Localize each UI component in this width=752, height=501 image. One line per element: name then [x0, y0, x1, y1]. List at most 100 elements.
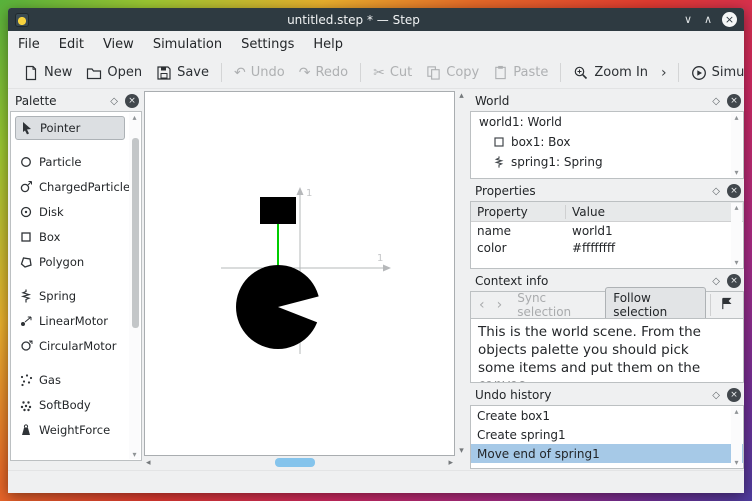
context-info-panel: Context info ◇ × ‹ › Sync selection Foll…: [470, 271, 744, 383]
palette-item-softbody[interactable]: SoftBody: [15, 393, 125, 417]
undo-history-panel: Undo history ◇ × Create box1 Create spri…: [470, 385, 744, 469]
menu-edit[interactable]: Edit: [59, 37, 84, 52]
float-panel-icon[interactable]: ◇: [110, 96, 118, 107]
palette-item-circularmotor[interactable]: CircularMotor: [15, 334, 125, 358]
undo-history-header: Undo history ◇ ×: [470, 385, 744, 405]
close-panel-icon[interactable]: ×: [125, 94, 139, 108]
close-button[interactable]: ×: [722, 12, 737, 27]
paste-button[interactable]: Paste: [486, 62, 555, 83]
canvas-vertical-scrollbar[interactable]: ▴ ▾: [455, 91, 468, 456]
toolbar-separator: [360, 63, 362, 82]
close-panel-icon[interactable]: ×: [727, 184, 741, 198]
float-panel-icon[interactable]: ◇: [712, 186, 720, 197]
copy-icon: [427, 66, 440, 80]
scroll-down-icon[interactable]: ▾: [132, 450, 136, 459]
new-document-icon: [25, 65, 37, 80]
zoom-in-button[interactable]: Zoom In: [566, 62, 655, 84]
scroll-down-icon[interactable]: ▾: [459, 446, 464, 456]
scroll-down-icon[interactable]: ▾: [734, 258, 738, 267]
scrollbar-thumb[interactable]: [274, 458, 316, 467]
palette-item-particle[interactable]: Particle: [15, 150, 125, 174]
save-button[interactable]: Save: [149, 62, 216, 84]
scroll-up-icon[interactable]: ▴: [734, 407, 738, 416]
scroll-left-icon[interactable]: ◂: [146, 458, 151, 468]
sync-selection-button[interactable]: Sync selection: [510, 288, 601, 322]
box1-object[interactable]: [260, 197, 296, 224]
palette-item-pointer[interactable]: Pointer: [15, 116, 125, 140]
scene-view[interactable]: 1 1: [144, 91, 455, 456]
column-value[interactable]: Value: [566, 205, 605, 219]
tree-item-spring1[interactable]: spring1: Spring: [471, 152, 743, 172]
property-row-color[interactable]: color #ffffffff: [471, 239, 743, 256]
scroll-right-icon[interactable]: ▸: [448, 458, 453, 468]
back-button[interactable]: ‹: [475, 297, 489, 313]
undo-item-create-spring1[interactable]: Create spring1: [471, 425, 743, 444]
tree-item-world1[interactable]: world1: World: [471, 112, 743, 132]
new-button[interactable]: New: [16, 62, 79, 84]
titlebar[interactable]: untitled.step * — Step ∨ ∧ ×: [8, 8, 744, 31]
menu-view[interactable]: View: [103, 37, 134, 52]
menu-help[interactable]: Help: [313, 37, 343, 52]
column-property[interactable]: Property: [471, 204, 566, 219]
redo-button[interactable]: ↷ Redo: [292, 62, 355, 83]
scroll-up-icon[interactable]: ▴: [132, 113, 136, 122]
palette-list: Pointer Particle ChargedParticle Disk Bo…: [10, 111, 142, 461]
bookmark-icon[interactable]: [710, 294, 739, 316]
menu-simulation[interactable]: Simulation: [153, 37, 222, 52]
palette-header: Palette ◇ ×: [10, 91, 142, 111]
linear-motor-icon: [21, 316, 32, 326]
palette-item-spring[interactable]: Spring: [15, 284, 125, 308]
toolbar-overflow-button[interactable]: ›: [655, 63, 673, 83]
minimize-button[interactable]: ∨: [678, 13, 698, 26]
context-info-title: Context info: [475, 274, 549, 288]
scroll-up-icon[interactable]: ▴: [734, 203, 738, 212]
zoom-in-label: Zoom In: [594, 65, 649, 80]
float-panel-icon[interactable]: ◇: [712, 96, 720, 107]
scroll-up-icon[interactable]: ▴: [459, 91, 464, 101]
undo-item-move-end-of-spring1[interactable]: Move end of spring1: [471, 444, 743, 463]
undo-item-create-box1[interactable]: Create box1: [471, 406, 743, 425]
world-scrollbar[interactable]: ▴ ▾: [731, 113, 742, 177]
simulate-button[interactable]: Simulate ▾: [684, 62, 744, 84]
cut-button[interactable]: ✂ Cut: [366, 62, 419, 83]
palette-item-gas[interactable]: Gas: [15, 368, 125, 392]
palette-item-box[interactable]: Box: [15, 225, 125, 249]
forward-button[interactable]: ›: [493, 297, 507, 313]
maximize-button[interactable]: ∧: [698, 13, 718, 26]
palette-scrollbar-thumb[interactable]: [132, 138, 139, 328]
scroll-down-icon[interactable]: ▾: [734, 168, 738, 177]
open-button[interactable]: Open: [79, 62, 149, 84]
scene-svg[interactable]: 1 1: [145, 92, 453, 454]
menu-file[interactable]: File: [18, 37, 40, 52]
status-bar: [8, 470, 744, 493]
close-panel-icon[interactable]: ×: [727, 388, 741, 402]
scroll-up-icon[interactable]: ▴: [734, 113, 738, 122]
properties-scrollbar[interactable]: ▴ ▾: [731, 203, 742, 267]
box-icon: [21, 232, 31, 242]
context-info-toolbar: ‹ › Sync selection Follow selection: [470, 287, 744, 323]
copy-button[interactable]: Copy: [419, 62, 486, 83]
palette-item-polygon[interactable]: Polygon: [15, 250, 125, 274]
world-header: World ◇ ×: [470, 91, 744, 111]
menu-settings[interactable]: Settings: [241, 37, 294, 52]
float-panel-icon[interactable]: ◇: [712, 276, 720, 287]
palette-item-weightforce[interactable]: WeightForce: [15, 418, 125, 442]
tree-item-box1[interactable]: box1: Box: [471, 132, 743, 152]
window-title: untitled.step * — Step: [287, 12, 420, 27]
copy-label: Copy: [446, 65, 480, 80]
particle-icon: [21, 157, 31, 167]
palette-item-disk[interactable]: Disk: [15, 200, 125, 224]
palette-item-linearmotor[interactable]: LinearMotor: [15, 309, 125, 333]
close-panel-icon[interactable]: ×: [727, 274, 741, 288]
x-axis-tick-label: 1: [377, 253, 383, 264]
undo-history-scrollbar[interactable]: ▴ ▾: [731, 407, 742, 467]
scroll-down-icon[interactable]: ▾: [734, 458, 738, 467]
palette-item-chargedparticle[interactable]: ChargedParticle: [15, 175, 130, 199]
property-row-name[interactable]: name world1: [471, 222, 743, 239]
undo-button[interactable]: ↶ Undo: [227, 62, 292, 83]
canvas-horizontal-scrollbar[interactable]: ◂ ▸: [144, 456, 455, 469]
close-panel-icon[interactable]: ×: [727, 94, 741, 108]
paste-label: Paste: [513, 65, 549, 80]
simulate-play-icon: [691, 65, 706, 80]
float-panel-icon[interactable]: ◇: [712, 390, 720, 401]
